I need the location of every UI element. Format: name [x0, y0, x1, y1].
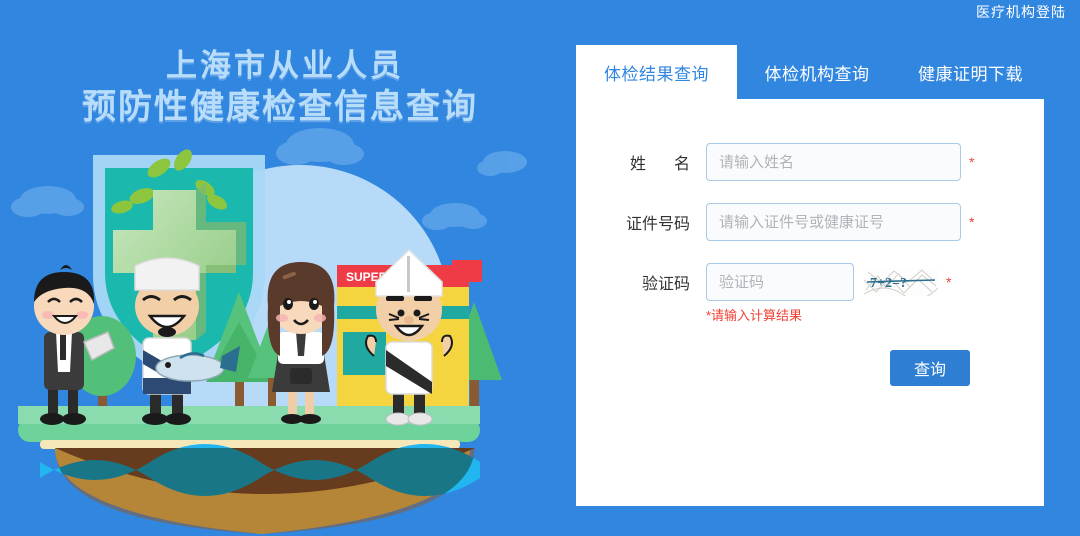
- tab-label: 体检机构查询: [764, 64, 870, 84]
- tab-exam-result-query[interactable]: 体检结果查询: [576, 45, 737, 99]
- query-submit-button[interactable]: 查询: [890, 350, 970, 386]
- health-inspection-illustration: SUPERMA: [0, 110, 530, 536]
- captcha-error-message: *请输入计算结果: [706, 308, 803, 323]
- medical-institution-login-link[interactable]: 医疗机构登陆: [976, 2, 1066, 22]
- cloud-left: [11, 186, 84, 217]
- tab-label: 体检结果查询: [604, 64, 709, 84]
- submit-row: 查询: [576, 350, 1044, 386]
- captcha-input[interactable]: [706, 263, 854, 301]
- form-row-name: 姓名 *: [576, 143, 1044, 181]
- tab-bar: 体检结果查询 体检机构查询 健康证明下载: [576, 45, 1044, 99]
- captcha-challenge-text: 7+2=?: [870, 276, 907, 291]
- id-number-required-marker: *: [969, 214, 975, 230]
- id-number-label: 证件号码: [625, 216, 690, 233]
- query-panel: 体检结果查询 体检机构查询 健康证明下载 姓名 * 证件号码 * 验证码: [576, 45, 1044, 506]
- form-row-captcha: 验证码 7+2=? *: [576, 263, 1044, 301]
- tab-health-certificate-download[interactable]: 健康证明下载: [897, 45, 1044, 99]
- name-label-char-2: 名: [673, 156, 690, 173]
- cloud-top-right: [276, 128, 364, 165]
- cloud-far-right: [477, 151, 527, 176]
- page-title-line-1: 上海市从业人员: [166, 48, 404, 83]
- captcha-image[interactable]: 7+2=?: [864, 268, 938, 296]
- tab-label: 健康证明下载: [918, 64, 1023, 84]
- name-input[interactable]: [706, 143, 961, 181]
- captcha-required-marker: *: [946, 274, 952, 290]
- captcha-label: 验证码: [641, 276, 690, 293]
- cloud-right: [422, 203, 487, 230]
- name-required-marker: *: [969, 154, 975, 170]
- top-bar: 医疗机构登陆: [0, 0, 1080, 24]
- name-label-char-1: 姓: [629, 156, 646, 173]
- island-ground: [18, 406, 480, 534]
- form-row-id-number: 证件号码 *: [576, 203, 1044, 241]
- name-label: 姓名: [576, 150, 706, 174]
- id-number-input[interactable]: [706, 203, 961, 241]
- query-form: 姓名 * 证件号码 * 验证码: [576, 99, 1044, 386]
- tab-exam-institution-query[interactable]: 体检机构查询: [737, 45, 897, 99]
